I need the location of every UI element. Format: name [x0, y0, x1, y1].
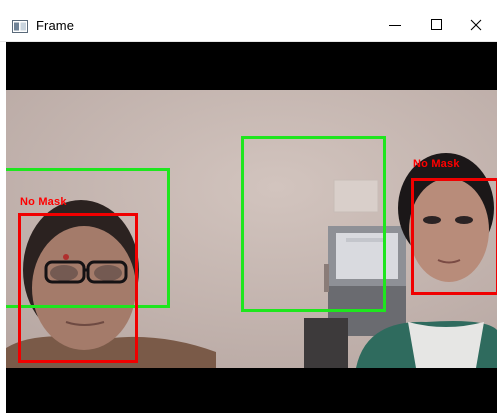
minimize-button[interactable]	[374, 10, 416, 40]
detection-label: No Mask	[20, 196, 67, 208]
frame-app-icon	[12, 20, 28, 33]
window-title: Frame	[36, 18, 75, 33]
detection-box	[241, 136, 386, 312]
detection-label: No Mask	[413, 158, 460, 170]
close-button[interactable]	[455, 10, 497, 40]
minimize-icon	[389, 25, 401, 26]
chair-back	[304, 318, 348, 368]
close-icon	[470, 19, 482, 31]
title-bar[interactable]: Frame	[0, 0, 497, 42]
maximize-button[interactable]	[416, 10, 458, 40]
maximize-icon	[431, 19, 442, 30]
detection-box	[411, 178, 497, 295]
video-frame: No Mask No Mask	[6, 42, 497, 413]
detection-box	[18, 213, 138, 363]
